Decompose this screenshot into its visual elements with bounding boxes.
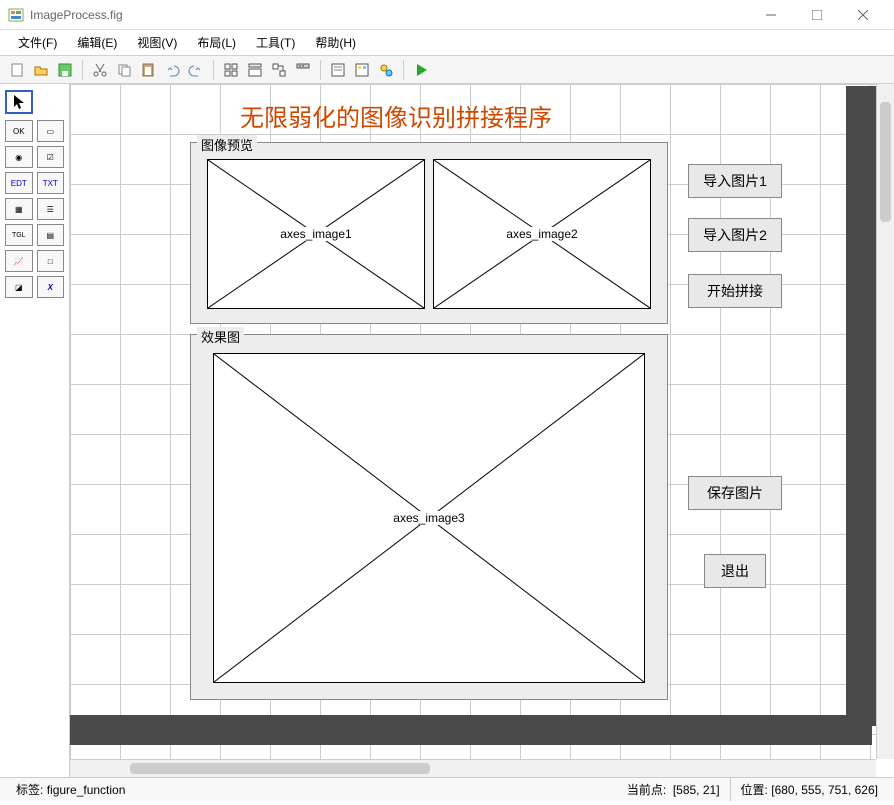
import-image1-button[interactable]: 导入图片1 [688, 164, 782, 198]
status-pos-value: [680, 555, 751, 626] [771, 783, 878, 797]
tab-order-icon[interactable] [268, 59, 290, 81]
status-tag: 标签: figure_function [6, 778, 617, 801]
menu-file[interactable]: 文件(F) [8, 30, 67, 55]
copy-icon[interactable] [113, 59, 135, 81]
result-panel-label: 效果图 [197, 327, 244, 346]
axes-image1[interactable]: axes_image1 [207, 159, 425, 309]
axes-image3[interactable]: axes_image3 [213, 353, 645, 683]
paste-icon[interactable] [137, 59, 159, 81]
edit-tool[interactable]: EDT [5, 172, 33, 194]
status-curpt-value: [585, 21] [673, 783, 720, 797]
property-icon[interactable] [351, 59, 373, 81]
status-current-point: 当前点: [585, 21] [617, 778, 731, 801]
activex-tool[interactable]: X [37, 276, 65, 298]
toolbar [0, 56, 894, 84]
popup-tool[interactable]: ▦ [5, 198, 33, 220]
axes-image3-label: axes_image3 [391, 511, 466, 525]
toggle-tool[interactable]: TGL [5, 224, 33, 246]
workspace: OK ▭ ◉ ☑ EDT TXT ▦ ☰ TGL ▤ 📈 □ ◪ X [0, 84, 894, 777]
result-panel[interactable]: 效果图 axes_image3 [190, 334, 668, 700]
status-curpt-label: 当前点: [627, 781, 666, 798]
preview-panel-label: 图像预览 [197, 135, 257, 154]
axes-tool[interactable]: 📈 [5, 250, 33, 272]
undo-icon[interactable] [161, 59, 183, 81]
object-browser-icon[interactable] [375, 59, 397, 81]
close-button[interactable] [840, 0, 886, 30]
vertical-scrollbar[interactable] [876, 84, 894, 759]
status-tag-value: figure_function [47, 783, 126, 797]
figure-boundary-bottom [70, 715, 872, 745]
open-icon[interactable] [30, 59, 52, 81]
title-text[interactable]: 无限弱化的图像识别拼接程序 [240, 98, 552, 133]
table-tool[interactable]: ▤ [37, 224, 65, 246]
pushbutton-tool[interactable]: OK [5, 120, 33, 142]
panel-tool[interactable]: □ [37, 250, 65, 272]
menu-tools[interactable]: 工具(T) [246, 30, 305, 55]
save-image-button[interactable]: 保存图片 [688, 476, 782, 510]
maximize-button[interactable] [794, 0, 840, 30]
window-title: ImageProcess.fig [30, 8, 748, 22]
status-tag-label: 标签: [16, 781, 43, 798]
menu-help[interactable]: 帮助(H) [305, 30, 366, 55]
figure-boundary-right [846, 86, 876, 726]
buttongroup-tool[interactable]: ◪ [5, 276, 33, 298]
design-canvas[interactable]: 无限弱化的图像识别拼接程序 图像预览 axes_image1 axes_imag… [70, 84, 894, 777]
app-icon [8, 7, 24, 23]
listbox-tool[interactable]: ☰ [37, 198, 65, 220]
status-position: 位置: [680, 555, 751, 626] [731, 778, 888, 801]
component-palette: OK ▭ ◉ ☑ EDT TXT ▦ ☰ TGL ▤ 📈 □ ◪ X [0, 84, 70, 777]
cut-icon[interactable] [89, 59, 111, 81]
menubar: 文件(F) 编辑(E) 视图(V) 布局(L) 工具(T) 帮助(H) [0, 30, 894, 56]
menu-edit[interactable]: 编辑(E) [67, 30, 127, 55]
align-icon[interactable] [220, 59, 242, 81]
toolbar-editor-icon[interactable] [292, 59, 314, 81]
checkbox-tool[interactable]: ☑ [37, 146, 65, 168]
statusbar: 标签: figure_function 当前点: [585, 21] 位置: [… [0, 777, 894, 801]
slider-tool[interactable]: ▭ [37, 120, 65, 142]
radio-tool[interactable]: ◉ [5, 146, 33, 168]
preview-panel[interactable]: 图像预览 axes_image1 axes_image2 [190, 142, 668, 324]
menu-editor-icon[interactable] [244, 59, 266, 81]
save-icon[interactable] [54, 59, 76, 81]
titlebar: ImageProcess.fig [0, 0, 894, 30]
text-tool[interactable]: TXT [37, 172, 65, 194]
horizontal-scrollbar[interactable] [70, 759, 876, 777]
status-pos-label: 位置: [741, 781, 768, 798]
axes-image2-label: axes_image2 [504, 227, 579, 241]
axes-image2[interactable]: axes_image2 [433, 159, 651, 309]
import-image2-button[interactable]: 导入图片2 [688, 218, 782, 252]
menu-view[interactable]: 视图(V) [127, 30, 187, 55]
redo-icon[interactable] [185, 59, 207, 81]
menu-layout[interactable]: 布局(L) [187, 30, 246, 55]
stitch-button[interactable]: 开始拼接 [688, 274, 782, 308]
editor-icon[interactable] [327, 59, 349, 81]
select-tool[interactable] [5, 90, 33, 114]
run-icon[interactable] [410, 59, 432, 81]
new-icon[interactable] [6, 59, 28, 81]
axes-image1-label: axes_image1 [278, 227, 353, 241]
minimize-button[interactable] [748, 0, 794, 30]
exit-button[interactable]: 退出 [704, 554, 766, 588]
